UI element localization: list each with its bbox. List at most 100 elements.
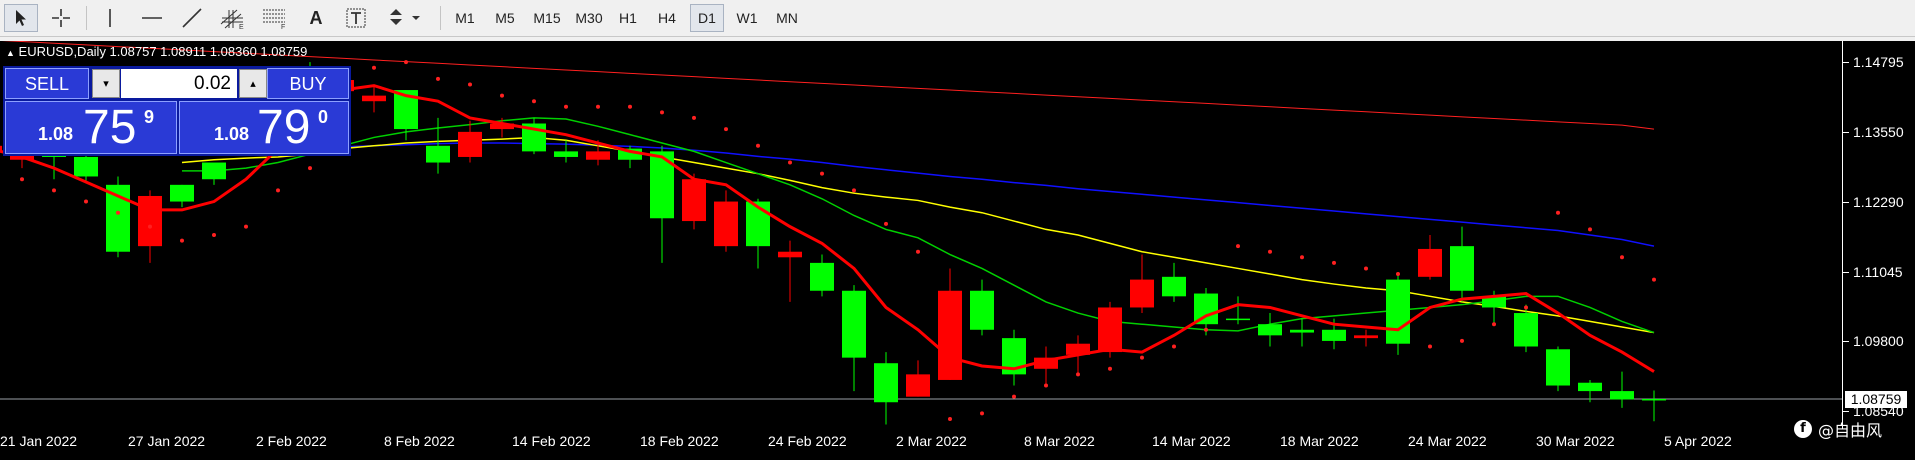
candle-body (1610, 391, 1634, 400)
ask-price-prefix: 1.08 (214, 124, 250, 144)
parabolic-sar-dot (788, 160, 792, 165)
date-tick-label: 5 Apr 2022 (1664, 433, 1732, 449)
parabolic-sar-dot (468, 82, 472, 87)
parabolic-sar-dot (756, 143, 760, 148)
parabolic-sar-dot (852, 188, 856, 193)
symbol-ohlc: EURUSD,Daily 1.08757 1.08911 1.08360 1.0… (18, 44, 308, 59)
parabolic-sar-dot (1108, 366, 1112, 371)
price-tick-mark (1843, 62, 1849, 64)
price-tick-mark (1843, 271, 1849, 273)
parabolic-sar-dot (980, 411, 984, 416)
moving-average-green-line (182, 117, 1655, 334)
price-tick-mark (1843, 411, 1849, 413)
parabolic-sar-dot (948, 416, 952, 421)
buy-button[interactable]: BUY (267, 68, 349, 99)
parabolic-sar-dot (692, 115, 696, 120)
date-tick-label: 14 Mar 2022 (1152, 433, 1231, 449)
sell-button[interactable]: SELL (5, 68, 89, 99)
parabolic-sar-dot (500, 93, 504, 98)
lot-decrease-button[interactable]: ▾ (92, 69, 120, 98)
date-tick-label: 30 Mar 2022 (1536, 433, 1615, 449)
candle-body (778, 251, 802, 258)
collapse-triangle-icon[interactable]: ▲ (6, 48, 15, 58)
timeframe-d1-button[interactable]: D1 (690, 4, 724, 32)
candle-body (1386, 279, 1410, 344)
candle-body (1290, 329, 1314, 333)
parabolic-sar-dot (148, 224, 152, 229)
timeframe-h1-button[interactable]: H1 (612, 4, 644, 32)
parabolic-sar-dot (532, 99, 536, 104)
date-tick-label: 8 Mar 2022 (1024, 433, 1095, 449)
parabolic-sar-dot (628, 104, 632, 109)
parabolic-sar-dot (1044, 383, 1048, 388)
date-tick-label: 2 Feb 2022 (256, 433, 327, 449)
text-label-icon[interactable] (340, 4, 372, 32)
parabolic-sar-dot (372, 65, 376, 70)
ask-price-main: 79 (257, 101, 311, 154)
vertical-line-icon[interactable] (94, 4, 126, 32)
parabolic-sar-dot (1204, 327, 1208, 332)
price-tick-label: 1.12290 (1853, 194, 1904, 211)
date-tick-label: 24 Mar 2022 (1408, 433, 1487, 449)
price-tick-mark (1843, 131, 1849, 133)
timeframe-m5-button[interactable]: M5 (488, 4, 522, 32)
price-axis[interactable]: 1.14795 1.13550 1.12290 1.11045 1.09800 1.085… (1842, 41, 1915, 429)
date-tick-label: 14 Feb 2022 (512, 433, 591, 449)
parabolic-sar-dot (1236, 244, 1240, 249)
time-axis[interactable]: 21 Jan 2022 27 Jan 2022 2 Feb 2022 8 Feb 20… (0, 429, 1915, 460)
candle-body (1514, 313, 1538, 347)
date-tick-label: 2 Mar 2022 (896, 433, 967, 449)
trendline-icon[interactable] (176, 4, 208, 32)
candle-body (1162, 276, 1186, 297)
candle-body (1130, 279, 1154, 308)
parabolic-sar-dot (52, 188, 56, 193)
timeframe-m30-button[interactable]: M30 (570, 4, 608, 32)
date-tick-label: 18 Mar 2022 (1280, 433, 1359, 449)
parabolic-sar-dot (1332, 260, 1336, 265)
candle-body (1418, 248, 1442, 277)
ask-price-button[interactable]: 1.08 79 0 (179, 101, 349, 154)
parabolic-sar-dot (1076, 372, 1080, 377)
timeframe-h4-button[interactable]: H4 (650, 4, 684, 32)
candle-body (682, 179, 706, 222)
candle-body (842, 290, 866, 358)
bid-price-prefix: 1.08 (38, 124, 74, 144)
parabolic-sar-dot (244, 224, 248, 229)
parabolic-sar-dot (660, 110, 664, 115)
parabolic-sar-dot (1396, 272, 1400, 277)
parabolic-sar-dot (884, 221, 888, 226)
horizontal-line-icon[interactable] (136, 4, 168, 32)
timeframe-w1-button[interactable]: W1 (730, 4, 764, 32)
candle-body (426, 145, 450, 163)
equidistant-channel-icon[interactable]: E (216, 4, 250, 32)
lot-increase-button[interactable]: ▴ (239, 69, 267, 98)
parabolic-sar-dot (820, 171, 824, 176)
parabolic-sar-dot (1172, 344, 1176, 349)
timeframe-m15-button[interactable]: M15 (528, 4, 566, 32)
svg-text:F: F (281, 24, 285, 30)
parabolic-sar-dot (20, 177, 24, 182)
arrows-icon[interactable] (382, 4, 430, 32)
date-tick-label: 8 Feb 2022 (384, 433, 455, 449)
text-icon[interactable]: A (300, 4, 332, 32)
parabolic-sar-dot (1268, 249, 1272, 254)
timeframe-m1-button[interactable]: M1 (448, 4, 482, 32)
ask-price-fraction: 0 (318, 107, 329, 127)
svg-text:E: E (239, 24, 244, 30)
lot-size-input[interactable]: 0.02 (121, 69, 237, 98)
crosshair-icon[interactable] (44, 4, 78, 32)
watermark: f @自由风 (1794, 417, 1882, 441)
timeframe-mn-button[interactable]: MN (770, 4, 804, 32)
candle-body (874, 363, 898, 403)
fibonacci-icon[interactable]: F (258, 4, 292, 32)
candle-body (170, 184, 194, 202)
parabolic-sar-dot (404, 60, 408, 65)
parabolic-sar-dot (436, 76, 440, 81)
current-price-label: 1.08759 (1845, 390, 1907, 408)
parabolic-sar-dot (1140, 355, 1144, 360)
bid-price-button[interactable]: 1.08 75 9 (5, 101, 177, 154)
cursor-icon[interactable] (4, 4, 38, 32)
parabolic-sar-dot (1300, 255, 1304, 260)
parabolic-sar-dot (1364, 266, 1368, 271)
parabolic-sar-dot (1428, 344, 1432, 349)
